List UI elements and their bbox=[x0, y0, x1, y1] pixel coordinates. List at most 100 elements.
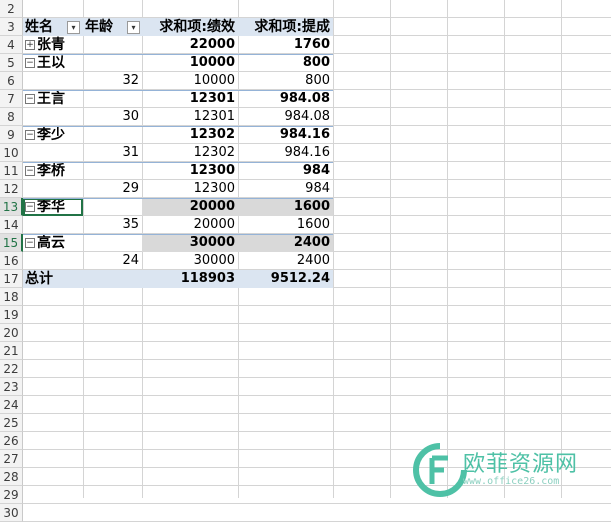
collapse-icon[interactable]: − bbox=[25, 130, 35, 140]
row-header-4[interactable]: 4 bbox=[0, 36, 23, 54]
pivot-perf-cell[interactable]: 12302 bbox=[142, 144, 238, 162]
collapse-icon[interactable]: − bbox=[25, 202, 35, 212]
pivot-perf-cell[interactable]: 12300 bbox=[142, 162, 238, 180]
row-header-7[interactable]: 7 bbox=[0, 90, 23, 108]
pivot-comm-cell[interactable]: 2400 bbox=[238, 252, 333, 270]
row-header-20[interactable]: 20 bbox=[0, 324, 23, 342]
pivot-perf-cell[interactable]: 10000 bbox=[142, 54, 238, 72]
pivot-perf-cell[interactable]: 20000 bbox=[142, 198, 238, 216]
pivot-age-cell[interactable]: 32 bbox=[83, 72, 142, 90]
group-separator bbox=[23, 234, 333, 235]
pivot-name-cell[interactable] bbox=[23, 252, 83, 270]
pivot-age-cell[interactable] bbox=[83, 36, 142, 54]
pivot-age-cell[interactable] bbox=[83, 126, 142, 144]
pivot-perf-cell[interactable]: 12301 bbox=[142, 108, 238, 126]
pivot-comm-cell[interactable]: 984 bbox=[238, 180, 333, 198]
total-age-cell[interactable] bbox=[83, 270, 142, 288]
pivot-comm-cell[interactable]: 984.08 bbox=[238, 108, 333, 126]
row-gridline bbox=[23, 341, 611, 342]
row-header-10[interactable]: 10 bbox=[0, 144, 23, 162]
pivot-age-cell[interactable]: 31 bbox=[83, 144, 142, 162]
row-header-6[interactable]: 6 bbox=[0, 72, 23, 90]
row-header-9[interactable]: 9 bbox=[0, 126, 23, 144]
row-header-18[interactable]: 18 bbox=[0, 288, 23, 306]
pivot-name-cell[interactable] bbox=[23, 108, 83, 126]
pivot-name-cell[interactable] bbox=[23, 216, 83, 234]
row-header-3[interactable]: 3 bbox=[0, 18, 23, 36]
pivot-header-performance[interactable]: 求和项:绩效 bbox=[142, 18, 238, 36]
pivot-name-cell[interactable]: − 王言 bbox=[23, 90, 83, 108]
expand-icon[interactable]: + bbox=[25, 40, 35, 50]
row-header-19[interactable]: 19 bbox=[0, 306, 23, 324]
pivot-age-cell[interactable]: 24 bbox=[83, 252, 142, 270]
collapse-icon[interactable]: − bbox=[25, 58, 35, 68]
collapse-icon[interactable]: − bbox=[25, 94, 35, 104]
row-header-29[interactable]: 29 bbox=[0, 486, 23, 504]
total-comm-cell[interactable]: 9512.24 bbox=[238, 270, 333, 288]
row-header-23[interactable]: 23 bbox=[0, 378, 23, 396]
pivot-name-cell[interactable] bbox=[23, 72, 83, 90]
pivot-perf-cell[interactable]: 30000 bbox=[142, 252, 238, 270]
pivot-comm-cell[interactable]: 1600 bbox=[238, 216, 333, 234]
pivot-comm-cell[interactable]: 984 bbox=[238, 162, 333, 180]
pivot-perf-cell[interactable]: 10000 bbox=[142, 72, 238, 90]
filter-dropdown-name-icon[interactable]: ▾ bbox=[67, 21, 80, 34]
row-header-2[interactable]: 2 bbox=[0, 0, 23, 18]
total-perf-cell[interactable]: 118903 bbox=[142, 270, 238, 288]
pivot-name-cell[interactable]: + 张青 bbox=[23, 36, 83, 54]
filter-dropdown-age-icon[interactable]: ▾ bbox=[127, 21, 140, 34]
row-header-28[interactable]: 28 bbox=[0, 468, 23, 486]
pivot-age-cell[interactable]: 30 bbox=[83, 108, 142, 126]
pivot-comm-cell[interactable]: 2400 bbox=[238, 234, 333, 252]
row-header-15[interactable]: 15 bbox=[0, 234, 23, 252]
pivot-age-cell[interactable]: 35 bbox=[83, 216, 142, 234]
pivot-perf-cell[interactable]: 20000 bbox=[142, 216, 238, 234]
collapse-icon[interactable]: − bbox=[25, 238, 35, 248]
row-header-8[interactable]: 8 bbox=[0, 108, 23, 126]
pivot-comm-cell[interactable]: 800 bbox=[238, 54, 333, 72]
pivot-comm-cell[interactable]: 1600 bbox=[238, 198, 333, 216]
row-header-26[interactable]: 26 bbox=[0, 432, 23, 450]
row-header-22[interactable]: 22 bbox=[0, 360, 23, 378]
pivot-name-cell[interactable] bbox=[23, 180, 83, 198]
row-header-14[interactable]: 14 bbox=[0, 216, 23, 234]
total-label-cell[interactable]: 总计 bbox=[23, 270, 83, 288]
pivot-perf-cell[interactable]: 30000 bbox=[142, 234, 238, 252]
pivot-perf-cell[interactable]: 12302 bbox=[142, 126, 238, 144]
pivot-age-cell[interactable] bbox=[83, 54, 142, 72]
pivot-age-cell[interactable]: 29 bbox=[83, 180, 142, 198]
pivot-name-cell[interactable]: − 高云 bbox=[23, 234, 83, 252]
row-gridline bbox=[23, 377, 611, 378]
pivot-age-cell[interactable] bbox=[83, 162, 142, 180]
collapse-icon[interactable]: − bbox=[25, 166, 35, 176]
pivot-comm-cell[interactable]: 984.08 bbox=[238, 90, 333, 108]
pivot-name-cell[interactable] bbox=[23, 144, 83, 162]
row-header-30[interactable]: 30 bbox=[0, 504, 23, 522]
pivot-comm-cell[interactable]: 984.16 bbox=[238, 126, 333, 144]
pivot-perf-cell[interactable]: 22000 bbox=[142, 36, 238, 54]
row-header-16[interactable]: 16 bbox=[0, 252, 23, 270]
pivot-comm-cell[interactable]: 984.16 bbox=[238, 144, 333, 162]
pivot-header-commission[interactable]: 求和项:提成 bbox=[238, 18, 333, 36]
pivot-age-cell[interactable] bbox=[83, 90, 142, 108]
pivot-name-cell[interactable]: − 王以 bbox=[23, 54, 83, 72]
pivot-name-cell[interactable]: − 李少 bbox=[23, 126, 83, 144]
row-header-25[interactable]: 25 bbox=[0, 414, 23, 432]
row-header-13[interactable]: 13 bbox=[0, 198, 23, 216]
pivot-perf-cell[interactable]: 12301 bbox=[142, 90, 238, 108]
pivot-age-cell[interactable] bbox=[83, 198, 142, 216]
row-header-12[interactable]: 12 bbox=[0, 180, 23, 198]
row-header-5[interactable]: 5 bbox=[0, 54, 23, 72]
pivot-age-cell[interactable] bbox=[83, 234, 142, 252]
row-header-27[interactable]: 27 bbox=[0, 450, 23, 468]
pivot-name-cell[interactable]: − 李华 bbox=[23, 198, 83, 216]
pivot-perf-cell[interactable]: 12300 bbox=[142, 180, 238, 198]
row-header-11[interactable]: 11 bbox=[0, 162, 23, 180]
spreadsheet-grid[interactable]: 2 3 4 5 6 7 8 9 10 11 12 13 14 15 16 17 18 19 20 21 22 23 24 25… bbox=[0, 0, 611, 522]
pivot-name-cell[interactable]: − 李桥 bbox=[23, 162, 83, 180]
pivot-comm-cell[interactable]: 1760 bbox=[238, 36, 333, 54]
row-header-21[interactable]: 21 bbox=[0, 342, 23, 360]
row-header-17[interactable]: 17 bbox=[0, 270, 23, 288]
pivot-comm-cell[interactable]: 800 bbox=[238, 72, 333, 90]
row-header-24[interactable]: 24 bbox=[0, 396, 23, 414]
